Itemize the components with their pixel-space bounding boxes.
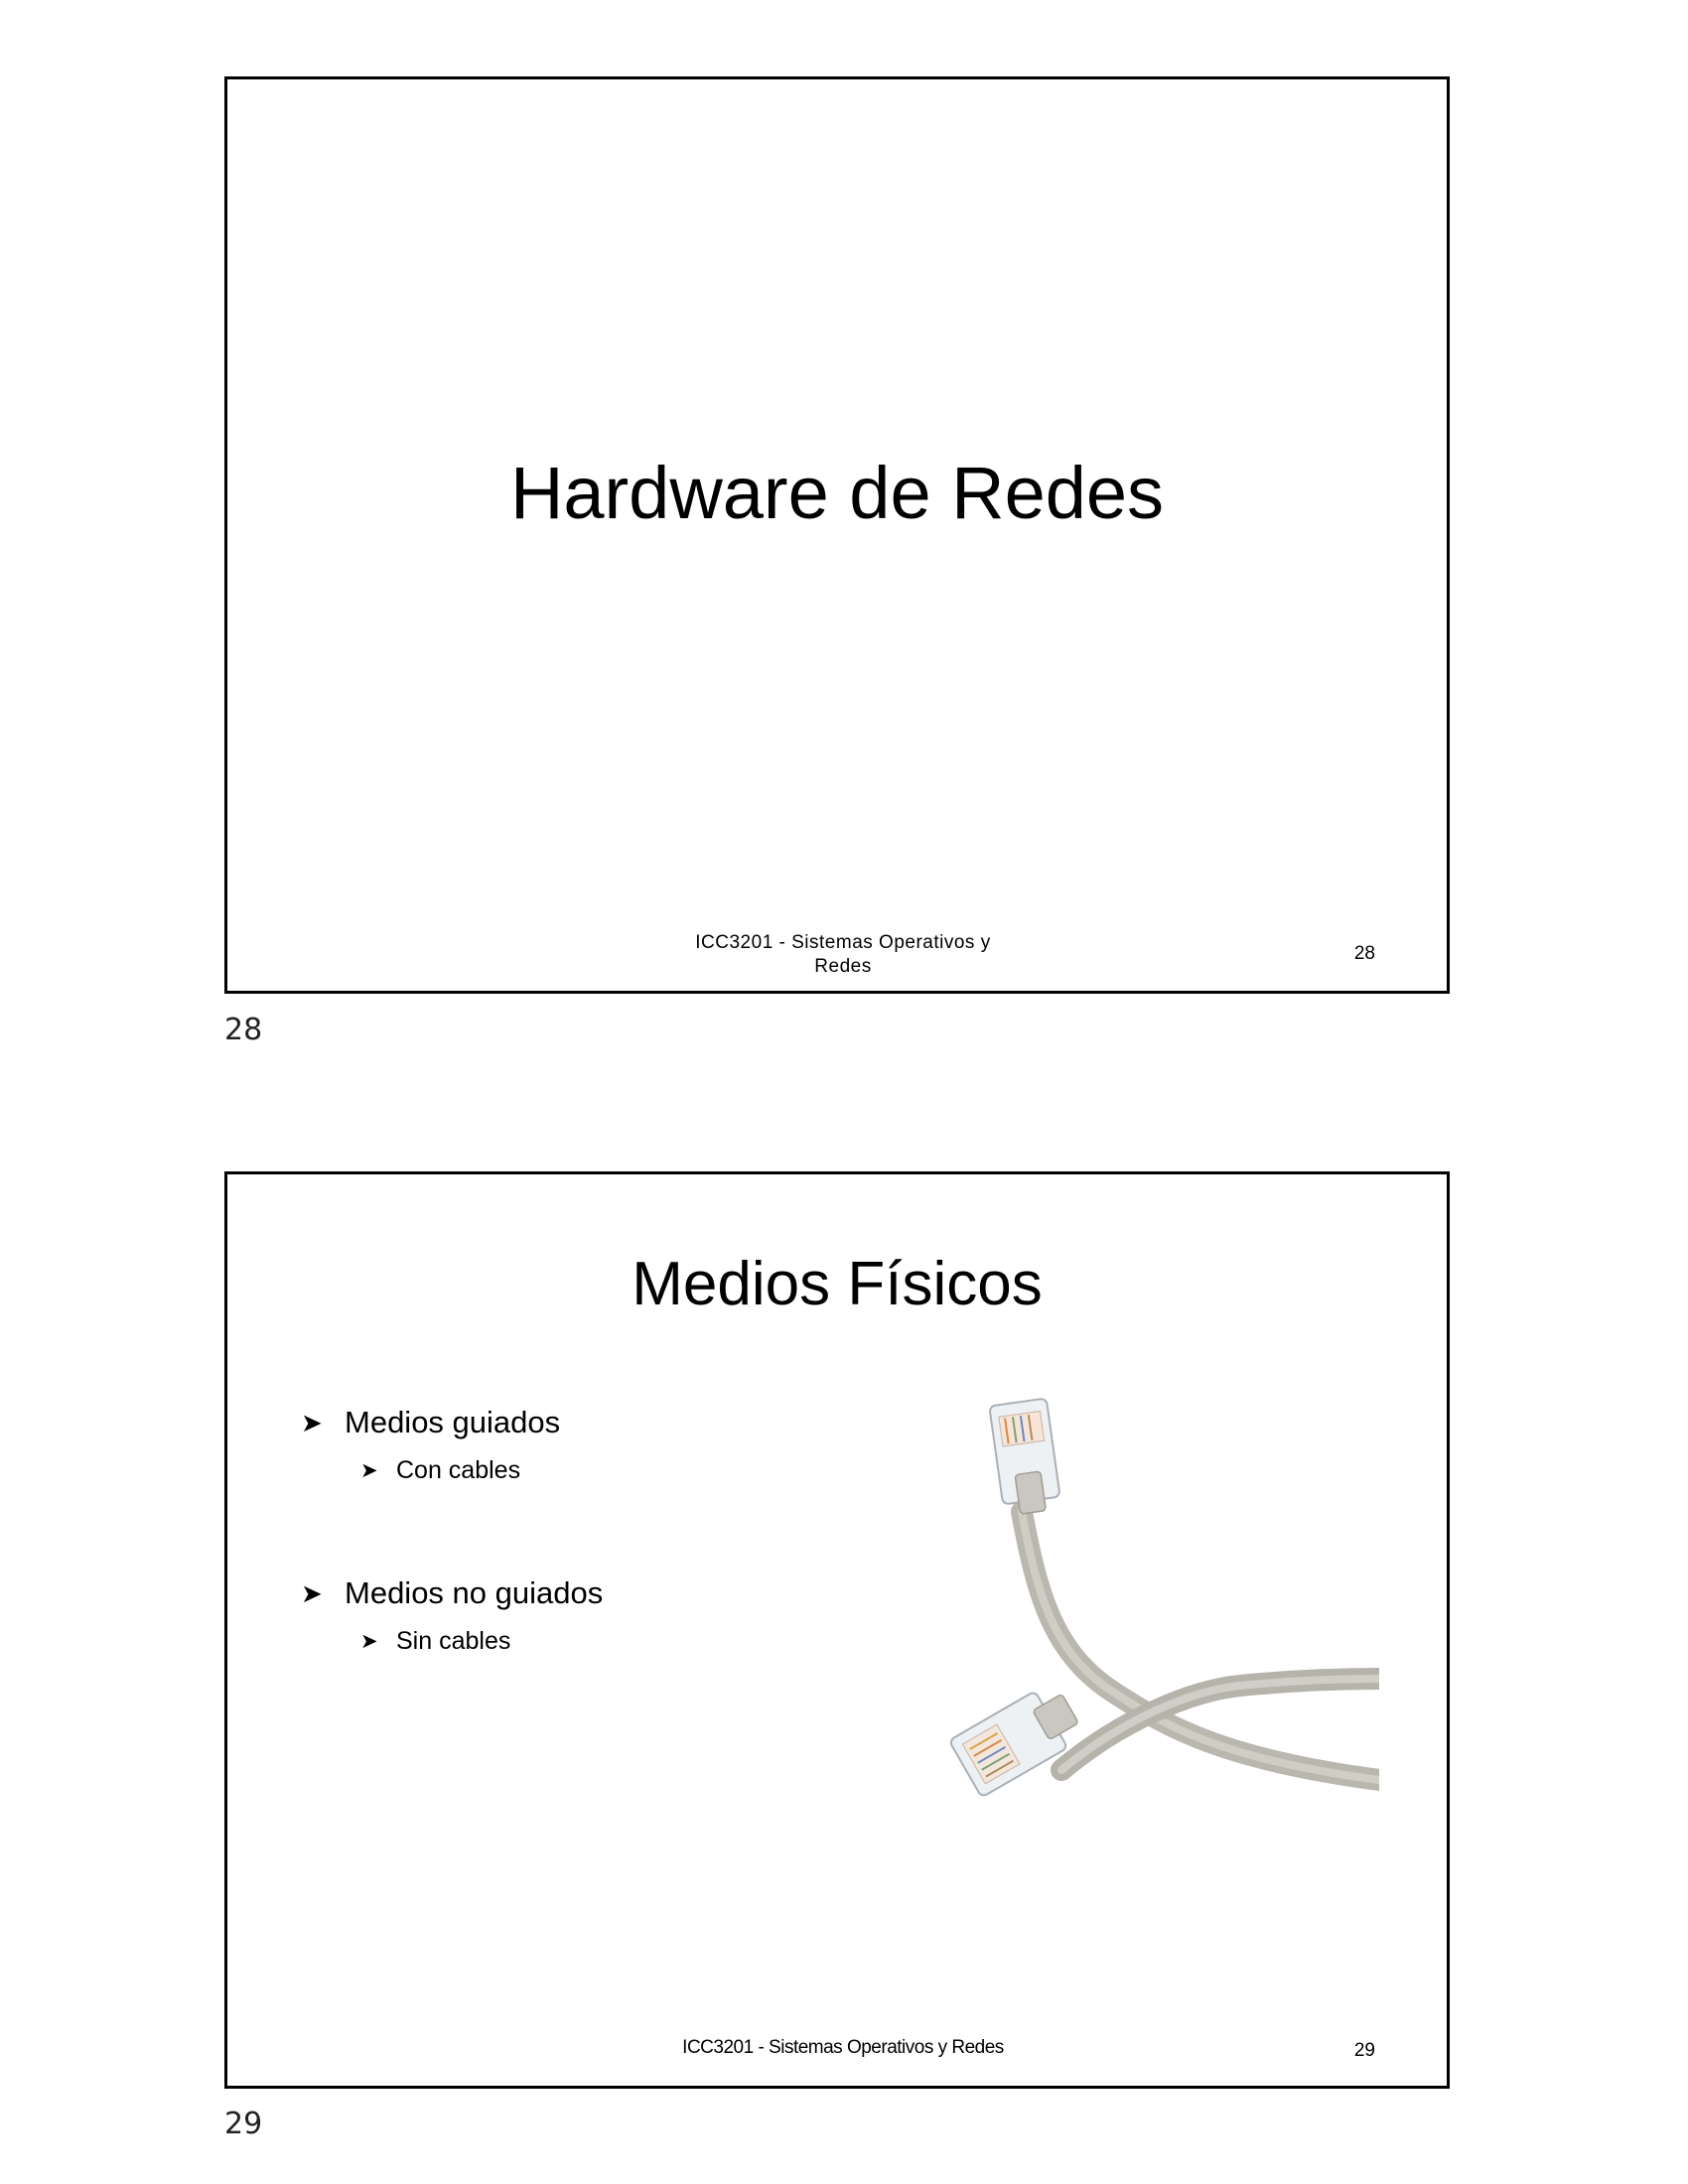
slide-number: 29	[1353, 2040, 1375, 2061]
ethernet-cable-icon	[949, 1398, 1379, 1797]
slide-footer: ICC3201 - Sistemas Operativos y Redes	[644, 931, 1042, 979]
slide-footer: ICC3201 - Sistemas Operativos y Redes	[682, 2037, 1004, 2058]
sub-bullet-item: ➤ Sin cables	[360, 1621, 897, 1661]
slide-28: Hardware de Redes ICC3201 - Sistemas Ope…	[224, 76, 1450, 994]
bullet-item: ➤ Medios no guiados	[301, 1571, 897, 1615]
footer-line-2: Redes	[814, 956, 872, 977]
arrow-bullet-icon: ➤	[360, 1629, 378, 1653]
page-number-label: 29	[224, 2107, 263, 2141]
bullet-item: ➤ Medios guiados	[301, 1401, 897, 1444]
sub-bullet-text: Sin cables	[396, 1626, 511, 1655]
bullet-text: Medios guiados	[345, 1405, 561, 1439]
sub-bullet-text: Con cables	[396, 1455, 521, 1484]
slide-title: Hardware de Redes	[509, 452, 1165, 534]
bullet-text: Medios no guiados	[345, 1575, 604, 1610]
slide-29: Medios Físicos ➤ Medios guiados ➤ Con ca…	[224, 1171, 1450, 2089]
footer-line-1: ICC3201 - Sistemas Operativos y	[695, 932, 991, 953]
bullet-list: ➤ Medios guiados ➤ Con cables ➤ Medios n…	[301, 1401, 897, 1661]
arrow-bullet-icon: ➤	[301, 1577, 323, 1608]
slide-number: 28	[1353, 943, 1375, 964]
page-number-label: 28	[224, 1013, 263, 1047]
sub-bullet-item: ➤ Con cables	[360, 1450, 897, 1490]
arrow-bullet-icon: ➤	[301, 1407, 323, 1437]
slide-title: Medios Físicos	[632, 1250, 1043, 1318]
arrow-bullet-icon: ➤	[360, 1458, 378, 1482]
